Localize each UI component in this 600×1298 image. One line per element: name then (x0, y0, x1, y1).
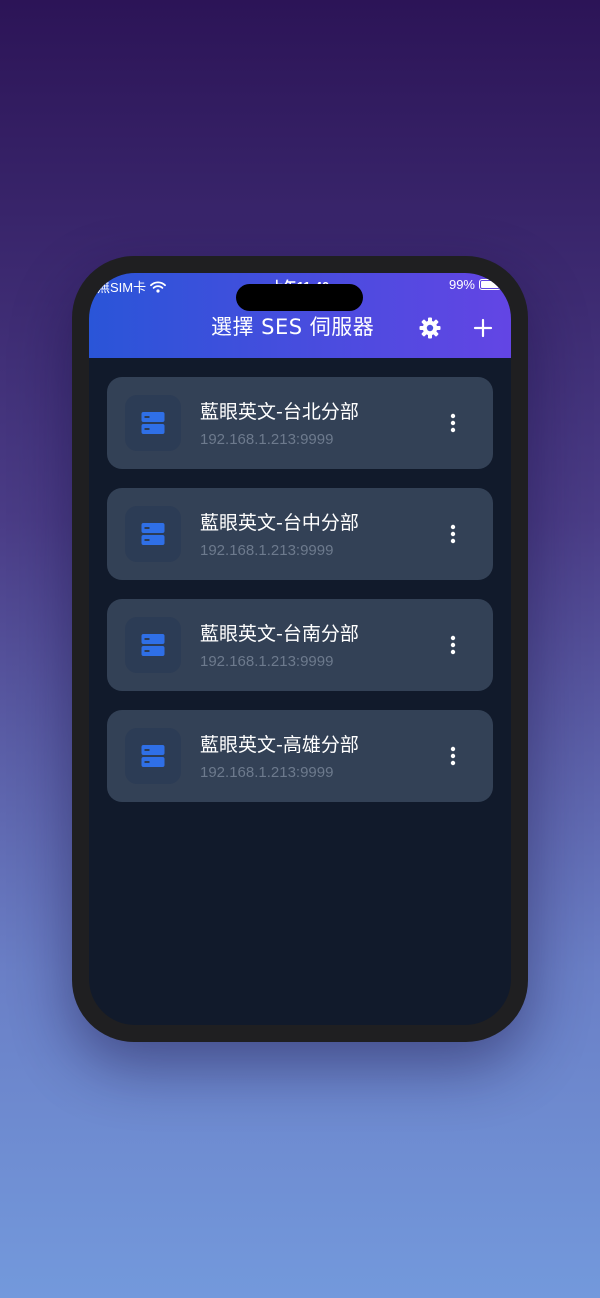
server-name: 藍眼英文-台北分部 (200, 401, 359, 423)
server-address: 192.168.1.213:9999 (200, 764, 334, 781)
server-card-taichung[interactable]: 藍眼英文-台中分部 192.168.1.213:9999 (107, 488, 493, 580)
dynamic-island (236, 284, 363, 311)
more-vertical-icon (450, 413, 456, 433)
page-title: 選擇 SES 伺服器 (211, 315, 375, 339)
phone-screen: 無SIM卡 上午11:40 99% 選擇 SES 伺服器 (89, 273, 511, 1025)
server-icon-box (125, 617, 181, 673)
battery-icon (479, 279, 501, 290)
more-options-button[interactable] (441, 522, 465, 546)
more-options-button[interactable] (441, 633, 465, 657)
server-address: 192.168.1.213:9999 (200, 431, 334, 448)
status-right: 99% (449, 277, 501, 292)
server-icon-box (125, 728, 181, 784)
settings-button[interactable] (415, 313, 445, 343)
more-vertical-icon (450, 635, 456, 655)
server-address: 192.168.1.213:9999 (200, 653, 334, 670)
server-card-tainan[interactable]: 藍眼英文-台南分部 192.168.1.213:9999 (107, 599, 493, 691)
server-icon (141, 745, 165, 767)
battery-fill (481, 281, 499, 288)
plus-icon (473, 318, 493, 338)
server-list: 藍眼英文-台北分部 192.168.1.213:9999 藍眼英文-台中分部 1… (107, 377, 493, 821)
more-vertical-icon (450, 524, 456, 544)
add-server-button[interactable] (468, 313, 498, 343)
more-options-button[interactable] (441, 744, 465, 768)
more-options-button[interactable] (441, 411, 465, 435)
server-card-taipei[interactable]: 藍眼英文-台北分部 192.168.1.213:9999 (107, 377, 493, 469)
battery-percent: 99% (448, 277, 475, 292)
gear-icon (419, 317, 441, 339)
server-name: 藍眼英文-高雄分部 (200, 734, 359, 756)
server-name: 藍眼英文-台中分部 (200, 512, 359, 534)
app-header: 無SIM卡 上午11:40 99% 選擇 SES 伺服器 (89, 273, 511, 358)
server-icon (141, 412, 165, 434)
more-vertical-icon (450, 746, 456, 766)
server-address: 192.168.1.213:9999 (200, 542, 334, 559)
server-icon (141, 523, 165, 545)
phone-frame: 無SIM卡 上午11:40 99% 選擇 SES 伺服器 (72, 256, 528, 1042)
server-name: 藍眼英文-台南分部 (200, 623, 359, 645)
server-icon (141, 634, 165, 656)
server-icon-box (125, 395, 181, 451)
server-card-kaohsiung[interactable]: 藍眼英文-高雄分部 192.168.1.213:9999 (107, 710, 493, 802)
server-icon-box (125, 506, 181, 562)
